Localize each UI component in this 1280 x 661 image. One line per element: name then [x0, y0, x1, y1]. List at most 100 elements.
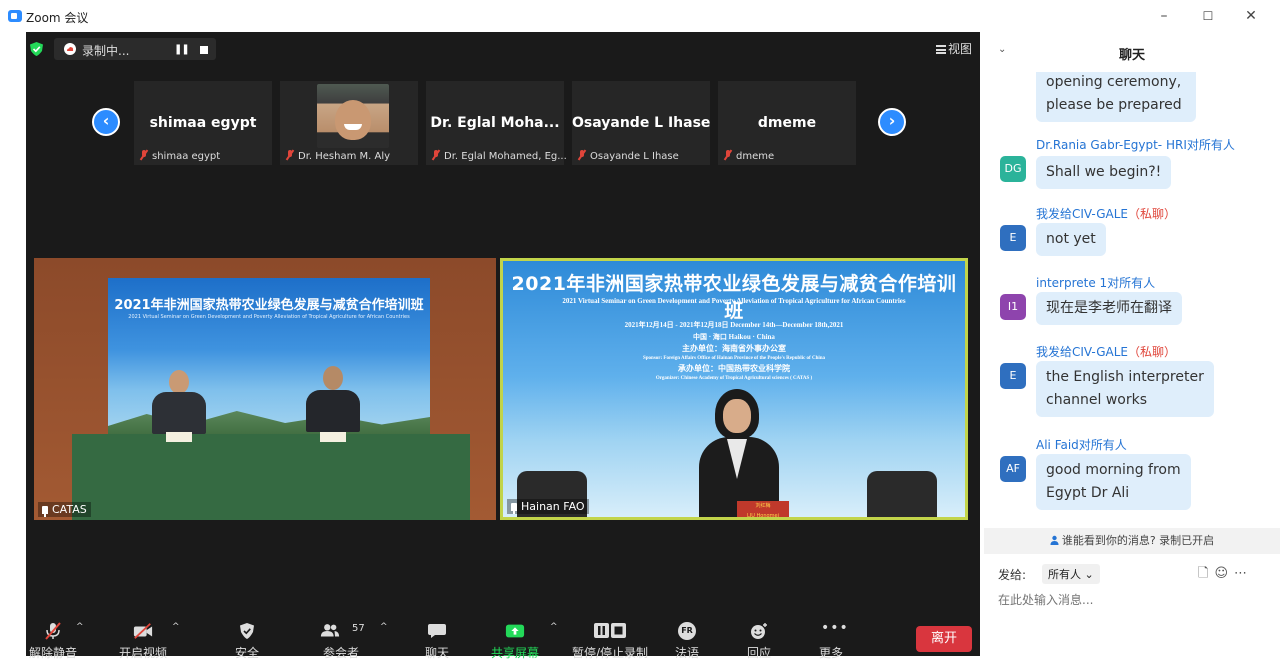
chat-title: 聊天	[1118, 48, 1145, 63]
recording-label: 录制中...	[82, 44, 130, 58]
maximize-button[interactable]: ☐	[1198, 6, 1218, 26]
message-line: not yet	[1046, 231, 1096, 247]
participant-display-name: Osayande L Ihase	[572, 115, 710, 131]
pause-stop-record-icon	[594, 623, 626, 638]
share-options-caret[interactable]: ^	[550, 622, 558, 632]
chat-message-bubble: 现在是李老师在翻译	[1036, 292, 1182, 325]
private-label: （私聊）	[1127, 345, 1176, 359]
file-icon[interactable]: 🗋	[1198, 566, 1214, 581]
unmute-options-caret[interactable]: ^	[76, 622, 84, 632]
recipient-label: 对所有人	[1107, 276, 1156, 290]
leave-button[interactable]: 离开	[916, 626, 972, 652]
minimize-button[interactable]: –	[1154, 6, 1174, 26]
sender-name: interprete 1	[1036, 276, 1108, 290]
pin-icon	[511, 503, 517, 514]
start-video-label: 开启视频	[118, 646, 167, 660]
participant-name-tag: Dr. Hesham M. Aly	[286, 150, 390, 162]
recipient-label: 对所有人	[1078, 438, 1127, 452]
video-feed-hainan-fao[interactable]: 2021年非洲国家热带农业绿色发展与减贫合作培训班 2021 Virtual S…	[500, 258, 968, 520]
chat-message-bubble: the English interpreter channel works	[1036, 361, 1214, 417]
gallery-next-button[interactable]: ›	[878, 108, 906, 136]
cloud-record-icon	[64, 43, 76, 55]
more-icon[interactable]: ⋯	[1234, 566, 1253, 581]
participants-options-caret[interactable]: ^	[380, 622, 388, 632]
video-feed-catas[interactable]: 2021年非洲国家热带农业绿色发展与减贫合作培训班 2021 Virtual S…	[34, 258, 496, 520]
reaction-label: 回应	[746, 646, 771, 660]
participants-label: 参会者	[322, 646, 359, 660]
chat-message-bubble: not yet	[1036, 223, 1106, 256]
chat-icon	[428, 624, 446, 638]
zoom-app-icon	[8, 10, 22, 22]
send-target-dropdown[interactable]: 所有人 ⌄	[1042, 564, 1100, 584]
language-label: 法语	[674, 646, 699, 660]
participant-tile[interactable]: Dr. Eglal Moha... Dr. Eglal Mohamed, Eg.…	[426, 81, 567, 165]
mic-muted-icon	[432, 150, 440, 160]
participant-tile[interactable]: dmeme dmeme	[718, 81, 856, 165]
organizer-cn: 承办单位：中国热带农业科学院	[678, 364, 790, 373]
pause-stop-record-button[interactable]: 暂停/停止录制	[568, 622, 652, 660]
participant-name: dmeme	[736, 151, 775, 162]
seminar-title-cn: 2021年非洲国家热带农业绿色发展与减贫合作培训班	[114, 298, 424, 313]
language-button[interactable]: FR 法语	[652, 622, 722, 660]
unmute-button[interactable]: ^ 解除静音	[18, 622, 88, 660]
participant-tile[interactable]: Osayande L Ihase Osayande L Ihase	[572, 81, 710, 165]
stop-recording-icon[interactable]	[200, 46, 208, 54]
nameplate-en: LIU Hongmei	[746, 513, 779, 519]
chat-message-bubble: Shall we begin?!	[1036, 156, 1172, 189]
speaker-nameplate: 刘红梅 LIU Hongmei	[737, 501, 789, 519]
participants-button[interactable]: 57 ^ 参会者	[306, 622, 388, 660]
participant-display-name: Dr. Eglal Moha...	[430, 115, 560, 131]
green-desk	[72, 434, 470, 520]
seminar-title-cn: 2021年非洲国家热带农业绿色发展与减贫合作培训班	[511, 273, 957, 322]
share-screen-icon	[505, 624, 525, 638]
seminar-title-en: 2021 Virtual Seminar on Green Developmen…	[128, 314, 410, 320]
message-line: please be prepared	[1046, 97, 1182, 113]
nameplate-cn: 刘红梅	[755, 503, 771, 509]
seminar-dates: 2021年12月14日 - 2021年12月18日 December 14th—…	[624, 321, 844, 329]
recording-indicator: 录制中... ❚❚	[54, 38, 216, 60]
more-button[interactable]: ••• 更多	[796, 621, 866, 660]
feed-name-tag: Hainan FAO	[507, 499, 589, 514]
sender-name: Ali Faid	[1036, 438, 1079, 452]
participant-count: 57	[352, 623, 365, 634]
recording-notice[interactable]: 谁能看到你的消息? 录制已开启	[984, 528, 1280, 554]
notice-text: 谁能看到你的消息? 录制已开启	[1061, 534, 1215, 547]
seminar-title-en: 2021 Virtual Seminar on Green Developmen…	[562, 297, 906, 305]
message-line: 现在是李老师在翻译	[1046, 300, 1172, 316]
message-line: Egypt Dr Ali	[1046, 485, 1130, 501]
seminar-details: 2021年12月14日 - 2021年12月18日 December 14th—…	[503, 319, 965, 383]
view-button[interactable]: 视图	[935, 40, 972, 57]
mic-muted-icon	[140, 150, 148, 160]
chair	[867, 471, 937, 517]
start-video-button[interactable]: ^ 开启视频	[108, 622, 180, 660]
seminar-place: 中国 · 海口 Haikou · China	[693, 333, 775, 341]
participant-tile[interactable]: Dr. Hesham M. Aly	[280, 81, 418, 165]
meeting-top-bar: 录制中... ❚❚ 视图	[26, 32, 980, 64]
reaction-button[interactable]: 回应	[724, 622, 794, 660]
emoji-icon[interactable]: ☺	[1214, 566, 1234, 581]
window-title: Zoom 会议	[26, 11, 89, 25]
share-screen-button[interactable]: ^ 共享屏幕	[480, 622, 558, 660]
security-button[interactable]: 安全	[212, 622, 282, 660]
meeting-toolbar: ^ 解除静音 ^ 开启视频 安全 57 ^ 参会者 聊天 ^ 共享屏幕 暂停/停…	[26, 612, 980, 660]
video-options-caret[interactable]: ^	[172, 622, 180, 632]
message-line: Shall we begin?!	[1046, 164, 1162, 180]
participant-tile[interactable]: shimaa egypt shimaa egypt	[134, 81, 272, 165]
pause-recording-icon[interactable]: ❚❚	[174, 44, 190, 55]
chat-label: 聊天	[424, 646, 449, 660]
view-grid-icon	[935, 45, 946, 54]
chat-button[interactable]: 聊天	[402, 622, 472, 660]
participant-name-tag: shimaa egypt	[140, 150, 220, 162]
participant-name-tag: Osayande L Ihase	[578, 150, 679, 162]
zoom-window: Zoom 会议 – ☐ ✕ 录制中... ❚❚ 视图 ‹ › shimaa eg…	[0, 0, 1280, 660]
gallery-prev-button[interactable]: ‹	[92, 108, 120, 136]
chat-message-bubble: good morning from Egypt Dr Ali	[1036, 454, 1191, 510]
chat-message-input[interactable]	[998, 590, 1268, 610]
sender-name: Dr.Rania Gabr-Egypt- HRI	[1036, 138, 1187, 152]
unmute-label: 解除静音	[28, 646, 77, 660]
participant-name-tag: dmeme	[724, 150, 774, 162]
security-shield-icon[interactable]	[30, 42, 43, 56]
mic-muted-icon	[724, 150, 732, 160]
participant-name: Osayande L Ihase	[590, 151, 679, 162]
close-button[interactable]: ✕	[1241, 6, 1261, 26]
